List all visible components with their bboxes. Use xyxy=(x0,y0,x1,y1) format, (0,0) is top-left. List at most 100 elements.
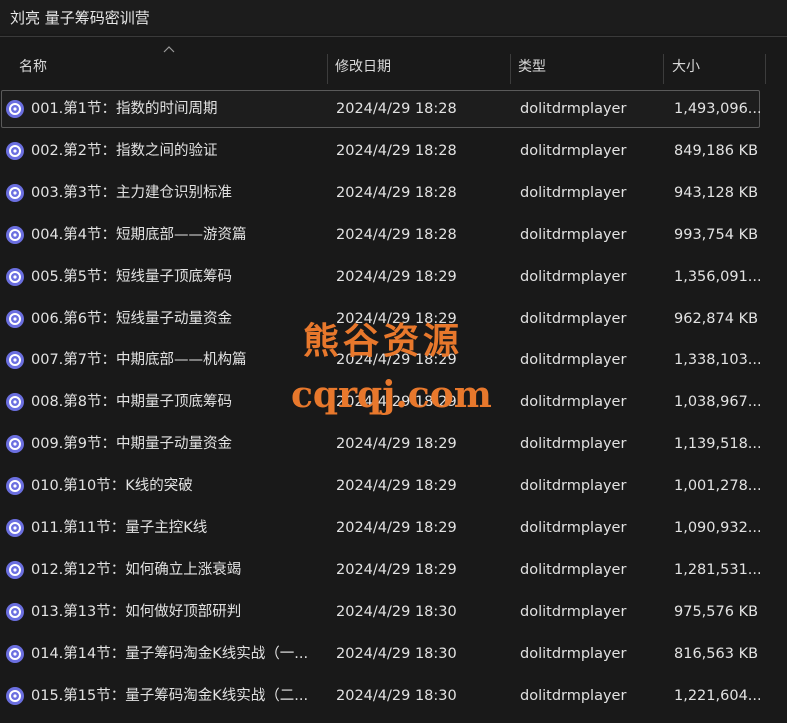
file-size: 816,563 KB xyxy=(674,645,759,662)
file-type: dolitdrmplayer xyxy=(520,645,627,662)
dolitdrmplayer-file-icon xyxy=(6,351,24,370)
dolitdrmplayer-file-icon xyxy=(6,644,24,663)
title-separator xyxy=(0,36,787,37)
file-size: 1,001,278... xyxy=(674,478,760,495)
column-header-name[interactable]: 名称 xyxy=(19,50,47,84)
file-size: 962,874 KB xyxy=(674,310,759,327)
file-row[interactable]: 014.第14节：量子筹码淘金K线实战（一... 2024/4/29 18:30 d… xyxy=(1,635,760,673)
column-divider[interactable] xyxy=(765,54,766,84)
file-row[interactable]: 011.第11节：量子主控K线 2024/4/29 18:29 dolitdrmpl… xyxy=(1,509,760,547)
file-row[interactable]: 010.第10节：K线的突破 2024/4/29 18:29 dolitdrmpla… xyxy=(1,467,760,505)
file-size: 1,038,967... xyxy=(674,394,760,411)
file-type: dolitdrmplayer xyxy=(520,520,627,536)
file-type: dolitdrmplayer xyxy=(520,394,627,411)
column-header-date[interactable]: 修改日期 xyxy=(335,50,391,84)
file-modified-date: 2024/4/29 18:29 xyxy=(336,268,457,285)
file-modified-date: 2024/4/29 18:28 xyxy=(336,101,457,117)
dolitdrmplayer-file-icon xyxy=(6,141,24,160)
file-modified-date: 2024/4/29 18:28 xyxy=(336,142,457,159)
file-size: 1,281,531... xyxy=(674,561,760,578)
dolitdrmplayer-file-icon xyxy=(6,435,24,454)
file-type: dolitdrmplayer xyxy=(520,226,627,243)
dolitdrmplayer-file-icon xyxy=(6,225,24,244)
dolitdrmplayer-file-icon xyxy=(6,267,24,286)
file-name: 008.第8节：中期量子顶底筹码 xyxy=(31,394,233,411)
file-name: 013.第13节：如何做好顶部研判 xyxy=(31,603,242,620)
file-modified-date: 2024/4/29 18:28 xyxy=(336,184,457,201)
dolitdrmplayer-file-icon xyxy=(6,686,24,705)
file-name: 007.第7节：中期底部——机构篇 xyxy=(31,352,247,369)
dolitdrmplayer-file-icon xyxy=(6,309,24,328)
file-size: 1,493,096... xyxy=(674,101,760,117)
dolitdrmplayer-file-icon xyxy=(6,519,24,537)
file-size: 1,338,103... xyxy=(674,352,760,369)
file-size: 1,090,932... xyxy=(674,520,760,536)
column-header: 名称 修改日期 类型 大小 xyxy=(0,46,787,84)
file-name: 003.第3节：主力建仓识别标准 xyxy=(31,184,233,201)
file-size: 943,128 KB xyxy=(674,184,759,201)
file-name: 001.第1节：指数的时间周期 xyxy=(31,101,218,117)
file-row[interactable]: 004.第4节：短期底部——游资篇 2024/4/29 18:28 dolitdrm… xyxy=(1,216,760,254)
file-explorer-window: 刘亮 量子筹码密训营 名称 修改日期 类型 大小 001.第1节：指数的时间周期… xyxy=(0,0,787,723)
file-modified-date: 2024/4/29 18:29 xyxy=(336,478,457,495)
file-type: dolitdrmplayer xyxy=(520,352,627,369)
file-modified-date: 2024/4/29 18:28 xyxy=(336,226,457,243)
file-size: 849,186 KB xyxy=(674,142,759,159)
file-row[interactable]: 005.第5节：短线量子顶底筹码 2024/4/29 18:29 dolitdrmp… xyxy=(1,258,760,296)
file-name: 015.第15节：量子筹码淘金K线实战（二... xyxy=(31,687,309,704)
sort-ascending-icon[interactable] xyxy=(163,44,175,54)
column-header-type[interactable]: 类型 xyxy=(518,50,546,84)
file-name: 010.第10节：K线的突破 xyxy=(31,478,193,495)
file-row[interactable]: 003.第3节：主力建仓识别标准 2024/4/29 18:28 dolitdrmp… xyxy=(1,174,760,212)
file-modified-date: 2024/4/29 18:29 xyxy=(336,436,457,453)
file-type: dolitdrmplayer xyxy=(520,268,627,285)
file-size: 1,221,604... xyxy=(674,687,760,704)
file-type: dolitdrmplayer xyxy=(520,101,627,117)
file-row[interactable]: 012.第12节：如何确立上涨衰竭 2024/4/29 18:29 dolitdrm… xyxy=(1,551,760,589)
file-type: dolitdrmplayer xyxy=(520,436,627,453)
file-size: 1,356,091... xyxy=(674,268,760,285)
file-size: 993,754 KB xyxy=(674,226,759,243)
file-modified-date: 2024/4/29 18:29 xyxy=(336,561,457,578)
dolitdrmplayer-file-icon xyxy=(6,560,24,579)
file-name: 014.第14节：量子筹码淘金K线实战（一... xyxy=(31,645,309,662)
file-row[interactable]: 001.第1节：指数的时间周期 2024/4/29 18:28 dolitdrmpl… xyxy=(1,90,760,128)
file-type: dolitdrmplayer xyxy=(520,561,627,578)
window-title: 刘亮 量子筹码密训营 xyxy=(10,9,150,27)
file-row[interactable]: 013.第13节：如何做好顶部研判 2024/4/29 18:30 dolitdrm… xyxy=(1,593,760,631)
file-type: dolitdrmplayer xyxy=(520,687,627,704)
file-modified-date: 2024/4/29 18:30 xyxy=(336,645,457,662)
title-bar: 刘亮 量子筹码密训营 xyxy=(0,0,787,34)
file-modified-date: 2024/4/29 18:30 xyxy=(336,603,457,620)
file-name: 002.第2节：指数之间的验证 xyxy=(31,142,218,159)
file-modified-date: 2024/4/29 18:29 xyxy=(336,520,457,536)
file-name: 011.第11节：量子主控K线 xyxy=(31,520,208,536)
file-type: dolitdrmplayer xyxy=(520,310,627,327)
dolitdrmplayer-file-icon xyxy=(6,183,24,202)
dolitdrmplayer-file-icon xyxy=(6,477,24,496)
file-type: dolitdrmplayer xyxy=(520,603,627,620)
file-name: 004.第4节：短期底部——游资篇 xyxy=(31,226,247,243)
file-row[interactable]: 009.第9节：中期量子动量资金 2024/4/29 18:29 dolitdrmp… xyxy=(1,425,760,463)
column-divider[interactable] xyxy=(663,54,664,84)
column-header-size[interactable]: 大小 xyxy=(672,50,700,84)
file-name: 006.第6节：短线量子动量资金 xyxy=(31,310,233,327)
file-type: dolitdrmplayer xyxy=(520,142,627,159)
file-row[interactable]: 015.第15节：量子筹码淘金K线实战（二... 2024/4/29 18:30 d… xyxy=(1,677,760,715)
file-size: 975,576 KB xyxy=(674,603,759,620)
dolitdrmplayer-file-icon xyxy=(6,602,24,621)
column-divider[interactable] xyxy=(510,54,511,84)
column-divider[interactable] xyxy=(327,54,328,84)
file-name: 009.第9节：中期量子动量资金 xyxy=(31,436,233,453)
file-name: 012.第12节：如何确立上涨衰竭 xyxy=(31,561,242,578)
watermark-text: 熊谷资源 xyxy=(303,320,464,362)
file-row[interactable]: 002.第2节：指数之间的验证 2024/4/29 18:28 dolitdrmpl… xyxy=(1,132,760,170)
file-modified-date: 2024/4/29 18:30 xyxy=(336,687,457,704)
dolitdrmplayer-file-icon xyxy=(6,100,24,118)
file-name: 005.第5节：短线量子顶底筹码 xyxy=(31,268,233,285)
file-type: dolitdrmplayer xyxy=(520,478,627,495)
file-size: 1,139,518... xyxy=(674,436,760,453)
dolitdrmplayer-file-icon xyxy=(6,393,24,412)
file-type: dolitdrmplayer xyxy=(520,184,627,201)
watermark-url: cqrqj.com xyxy=(291,374,492,416)
